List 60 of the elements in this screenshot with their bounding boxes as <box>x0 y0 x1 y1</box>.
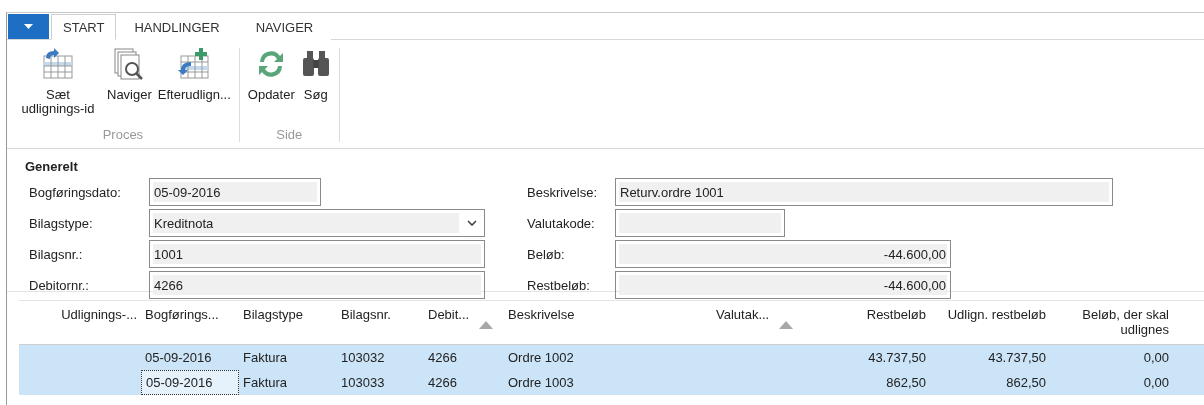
table-cell-text: 862,50 <box>1005 374 1047 392</box>
field-label: Beløb: <box>526 246 566 262</box>
table-cell-text: 43.737,50 <box>867 349 927 367</box>
ribbon-button[interactable]: Naviger <box>105 48 154 127</box>
column-header[interactable]: Udlign. restbeløb <box>947 307 1046 322</box>
app-menu-button[interactable] <box>8 14 49 39</box>
column-header[interactable]: Bogførings... <box>145 307 219 322</box>
table-cell-text: 4266 <box>427 349 458 367</box>
table-cell-text: Faktura <box>242 349 289 367</box>
input-field[interactable]: 1001 <box>149 240 485 268</box>
column-header[interactable]: Restbeløb <box>866 307 926 322</box>
column-header[interactable]: Udlignings-... <box>61 307 137 322</box>
column-header[interactable]: Beløb, der skal udlignes <box>1069 307 1169 337</box>
chevron-down-icon <box>467 220 477 226</box>
column-header[interactable]: Bilagsnr. <box>341 307 391 322</box>
ribbon-button[interactable]: Efterudlign... <box>155 48 233 127</box>
table-cell-text: 103033 <box>340 374 386 392</box>
input-field[interactable]: -44.600,00 <box>615 271 951 299</box>
field-label: Bilagstype: <box>28 215 94 231</box>
table-cell-text: 05-09-2016 <box>144 349 213 367</box>
field-label: Beskrivelse: <box>526 184 599 200</box>
ribbon-tab[interactable]: START <box>51 14 117 40</box>
table-cell: 05-09-2016 <box>141 370 239 395</box>
column-header[interactable]: Valutak... <box>716 307 770 322</box>
field-label: Bilagsnr.: <box>28 246 84 262</box>
table-cell-text: 0,00 <box>1142 349 1170 367</box>
ribbon-button[interactable]: Sæt udlignings-id <box>13 48 103 127</box>
table-row[interactable]: 05-09-2016 Faktura 103032 4266 Ordre 1002 43.737,50 43.737,50 0,00 <box>19 345 1204 370</box>
input-field[interactable]: 4266 <box>149 271 485 299</box>
table-cell-text: 103032 <box>340 349 386 367</box>
table-cell-text: Ordre 1003 <box>507 374 575 392</box>
group-label: Proces <box>102 127 144 142</box>
input-field[interactable]: Returv.ordre 1001 <box>615 178 1113 206</box>
section-title: Generelt <box>25 159 79 174</box>
sort-ascending-icon[interactable] <box>779 321 794 329</box>
group-label: Side <box>276 127 303 142</box>
table-cell-text: 0,00 <box>1142 374 1170 392</box>
table-cell-text: 4266 <box>427 374 458 392</box>
field-label: Valutakode: <box>526 215 596 231</box>
column-header[interactable]: Beskrivelse <box>508 307 575 322</box>
table-plus-icon <box>177 48 212 80</box>
column-header[interactable]: Bilagstype <box>243 307 303 322</box>
table-row[interactable]: 05-09-2016 Faktura 103033 4266 Ordre 1003 862,50 862,50 0,00 <box>19 370 1204 395</box>
field-label: Restbeløb: <box>526 277 591 293</box>
ribbon-button[interactable]: Søg <box>298 48 333 127</box>
column-header[interactable]: Debit... <box>428 307 470 322</box>
table-cell-text: 43.737,50 <box>987 349 1047 367</box>
ribbon-button[interactable]: Opdater <box>245 48 297 127</box>
caret-down-icon <box>24 24 33 29</box>
table-cell-text: 862,50 <box>885 374 927 392</box>
table-cell-text: Ordre 1002 <box>507 349 575 367</box>
field-label: Bogføringsdato: <box>28 184 122 200</box>
table-cell-text: Faktura <box>242 374 289 392</box>
input-field[interactable] <box>615 209 785 237</box>
dropdown-field[interactable]: Kreditnota <box>149 209 485 237</box>
field-label: Debitornr.: <box>28 277 90 293</box>
input-field[interactable]: 05-09-2016 <box>149 178 321 206</box>
input-field[interactable]: -44.600,00 <box>615 240 951 268</box>
sort-ascending-icon[interactable] <box>479 321 494 329</box>
table-arrow-icon <box>41 48 75 80</box>
